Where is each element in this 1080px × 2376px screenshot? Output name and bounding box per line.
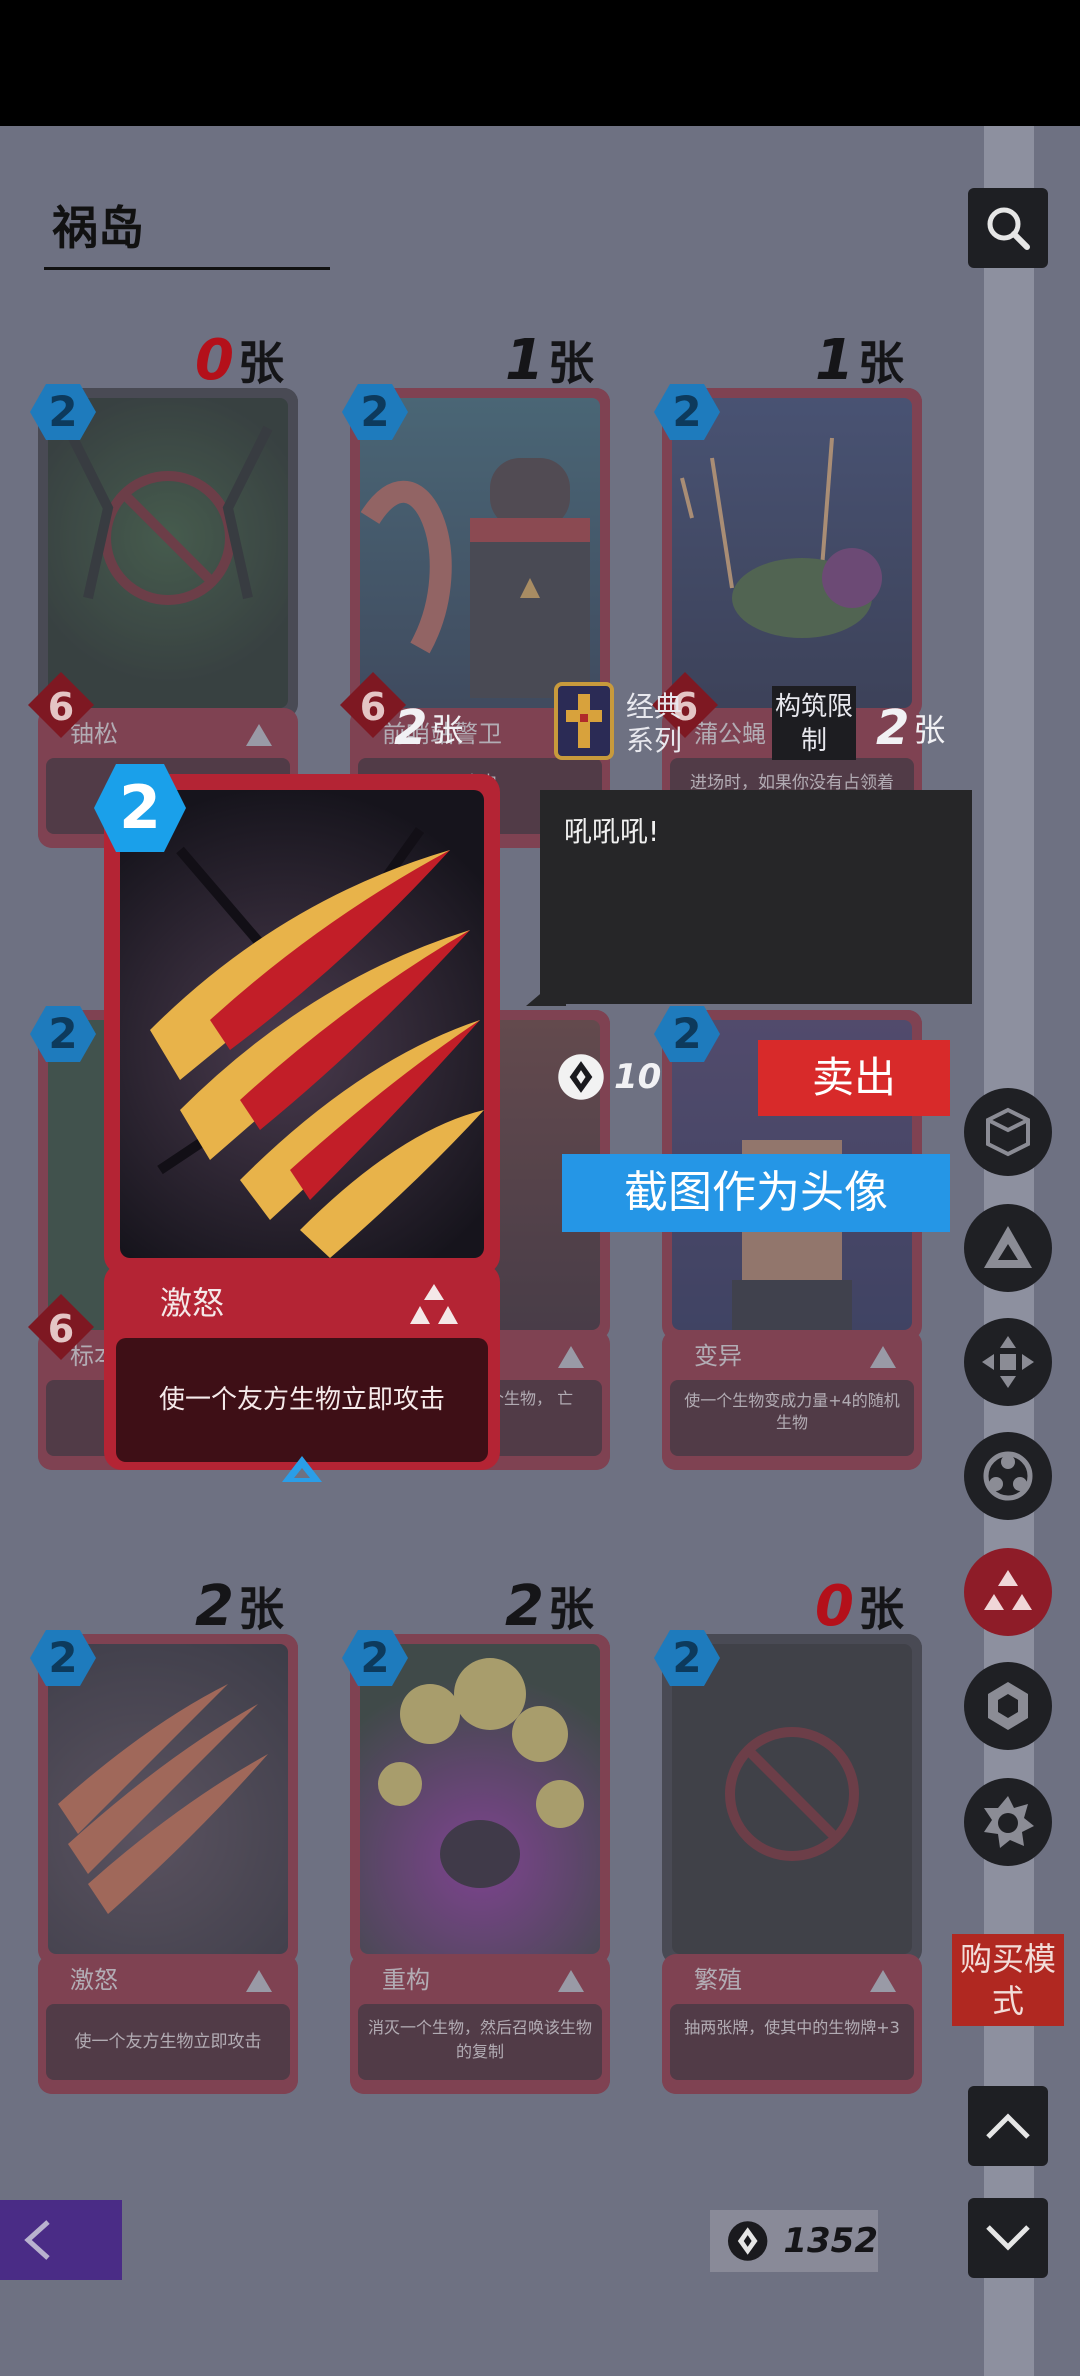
dim-overlay (662, 1634, 922, 2094)
cost-badge: 2 (30, 1630, 96, 1686)
cost-badge: 2 (30, 1006, 96, 1062)
attack-badge: 6 (28, 1294, 94, 1360)
attack-badge: 6 (28, 672, 94, 738)
claw-art (150, 827, 484, 1258)
bubble-tail (526, 972, 566, 1006)
card-count: 0张 (815, 1573, 904, 1639)
selected-card[interactable]: 激怒 使一个友方生物立即攻击 2 (94, 764, 500, 1482)
svg-text:2: 2 (672, 1009, 701, 1058)
cost-badge: 2 (342, 1630, 408, 1686)
filter-hexagon-button[interactable] (964, 1662, 1052, 1750)
card[interactable]: 繁殖 抽两张牌，使其中的生物牌+3 2 (654, 1630, 922, 2094)
circle-icon (983, 1451, 1033, 1501)
filter-circle-button[interactable] (964, 1432, 1052, 1520)
svg-text:2: 2 (672, 387, 701, 436)
cost-badge: 2 (30, 384, 96, 440)
coin-icon (727, 2221, 768, 2261)
dim-overlay (662, 388, 922, 848)
cost-badge: 2 (654, 1006, 720, 1062)
buy-mode-button[interactable]: 购买模式 (952, 1934, 1064, 2026)
card-count: 2张 (505, 1573, 594, 1639)
svg-text:2: 2 (360, 1633, 389, 1682)
card-quote: 吼吼吼! (564, 815, 660, 848)
dim-overlay (350, 1634, 610, 2094)
svg-text:6: 6 (48, 1307, 74, 1351)
card-count: 1张 (815, 327, 904, 393)
build-limit-count: 2张 (876, 700, 946, 756)
card-quote-bubble: 吼吼吼! (526, 790, 972, 1006)
filter-gear-button[interactable] (964, 1778, 1052, 1866)
series-label: 经典系列 (626, 690, 683, 757)
chevron-left-icon (24, 2220, 50, 2260)
scroll-down-button[interactable] (968, 2198, 1048, 2278)
page-title: 祸岛 (44, 190, 330, 270)
card[interactable]: 重构 消灭一个生物，然后召唤该生物的复制 2 (342, 1630, 610, 2094)
card-desc: 使一个友方生物立即攻击 (116, 1338, 488, 1462)
series-badge-icon (554, 682, 614, 760)
cost-badge: 2 (654, 384, 720, 440)
card[interactable]: 激怒 使一个友方生物立即攻击 2 (30, 1630, 298, 2094)
trinity-icon (984, 1570, 1032, 1610)
cost-badge: 2 (654, 1630, 720, 1686)
card-name: 激怒 (160, 1284, 225, 1322)
search-icon (987, 207, 1030, 250)
trinity-icon (410, 1284, 458, 1324)
back-button[interactable] (0, 2200, 122, 2280)
card-count: 1张 (505, 327, 594, 393)
svg-text:6: 6 (48, 685, 74, 729)
card-count: 0张 (195, 327, 284, 393)
svg-text:2: 2 (48, 1009, 77, 1058)
sell-price-value: 10 (614, 1057, 662, 1097)
triangle-icon (984, 1226, 1032, 1268)
search-button[interactable] (968, 188, 1048, 268)
hexagon-icon (988, 1682, 1028, 1730)
build-limit-label: 构筑限制 (772, 686, 856, 760)
filter-cross-button[interactable] (964, 1318, 1052, 1406)
svg-text:6: 6 (360, 685, 386, 729)
sell-button[interactable]: 卖出 (758, 1040, 950, 1116)
cost-badge: 2 (94, 764, 186, 852)
dim-overlay (38, 1634, 298, 2094)
svg-text:2: 2 (672, 1633, 701, 1682)
svg-text:2: 2 (360, 387, 389, 436)
card[interactable]: 蒲公蝇 进场时，如果你没有占领着 2 6 (652, 384, 922, 848)
svg-text:2: 2 (119, 773, 161, 843)
cube-icon (986, 1107, 1030, 1157)
owned-count: 2张 (394, 700, 464, 756)
filter-trinity-button[interactable] (964, 1548, 1052, 1636)
filter-triangle-button[interactable] (964, 1204, 1052, 1292)
svg-text:2: 2 (48, 1633, 77, 1682)
coin-icon (558, 1054, 604, 1100)
status-bar (0, 0, 1080, 126)
chevron-down-icon (986, 2225, 1030, 2251)
upgrade-arrow-icon (282, 1456, 322, 1482)
filter-cube-button[interactable] (964, 1088, 1052, 1176)
cost-badge: 2 (342, 384, 408, 440)
sell-price: 10 (556, 1052, 661, 1102)
gear-star-icon (984, 1796, 1034, 1848)
gold-balance: 1352 (710, 2210, 878, 2272)
cross-icon (982, 1336, 1034, 1388)
card-count: 2张 (195, 1573, 284, 1639)
screenshot-avatar-button[interactable]: 截图作为头像 (562, 1154, 950, 1232)
chevron-up-icon (986, 2113, 1030, 2139)
gold-amount: 1352 (783, 2221, 878, 2261)
svg-text:2: 2 (48, 387, 77, 436)
scroll-up-button[interactable] (968, 2086, 1048, 2166)
